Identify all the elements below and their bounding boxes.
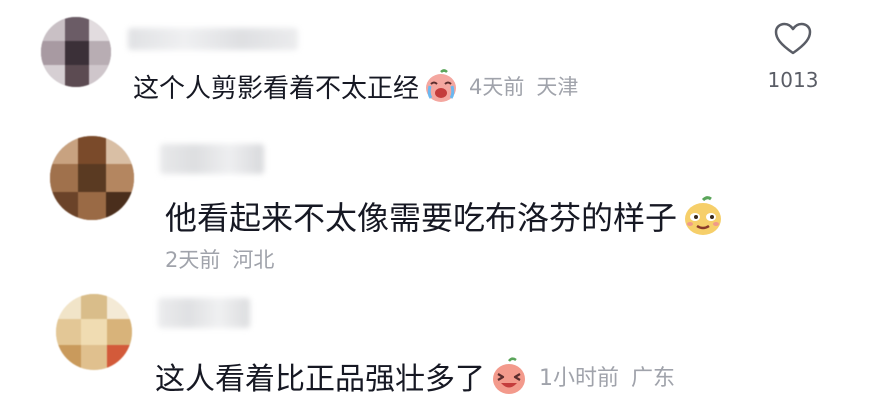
laughing-emoji-icon (489, 356, 529, 396)
comment-meta: 1小时前 广东 (539, 360, 675, 392)
comment-location: 天津 (536, 75, 579, 99)
comment-text: 这人看着比正品强壮多了 (155, 362, 485, 397)
comment-text-row: 他看起来不太像需要吃布洛芬的样子 (165, 192, 725, 240)
heart-icon[interactable] (774, 22, 812, 56)
like-count: 1013 (767, 68, 819, 92)
username-blurred[interactable] (128, 28, 298, 50)
username-blurred[interactable] (160, 144, 264, 174)
comment-time: 4天前 (469, 75, 525, 99)
comment-text: 这个人剪影看着不太正经 (133, 73, 420, 104)
like-button[interactable]: 1013 (763, 22, 823, 92)
comment-text-row: 这人看着比正品强壮多了 1小时前 广东 (155, 354, 675, 398)
comment-location: 广东 (631, 366, 676, 391)
comment-item: 这个人剪影看着不太正经 4天前 天津 1013 (0, 0, 869, 120)
comment-meta: 2天前 河北 (165, 244, 274, 274)
comment-time: 1小时前 (539, 366, 619, 391)
comment-text-row: 这个人剪影看着不太正经 4天前 天津 (133, 66, 578, 106)
comment-time: 2天前 (165, 248, 221, 272)
comment-meta: 4天前 天津 (469, 71, 578, 101)
avatar[interactable] (56, 294, 132, 370)
comment-item: 这人看着比正品强壮多了 1小时前 广东 (0, 280, 869, 406)
avatar[interactable] (50, 136, 134, 220)
smirk-emoji-icon (681, 194, 725, 238)
comment-text: 他看起来不太像需要吃布洛芬的样子 (165, 199, 678, 237)
comment-location: 河北 (232, 248, 275, 272)
comment-item: 他看起来不太像需要吃布洛芬的样子 2天前 河北 (0, 120, 869, 280)
username-blurred[interactable] (158, 298, 250, 328)
avatar[interactable] (41, 17, 111, 87)
crying-laughing-emoji-icon (423, 68, 459, 104)
